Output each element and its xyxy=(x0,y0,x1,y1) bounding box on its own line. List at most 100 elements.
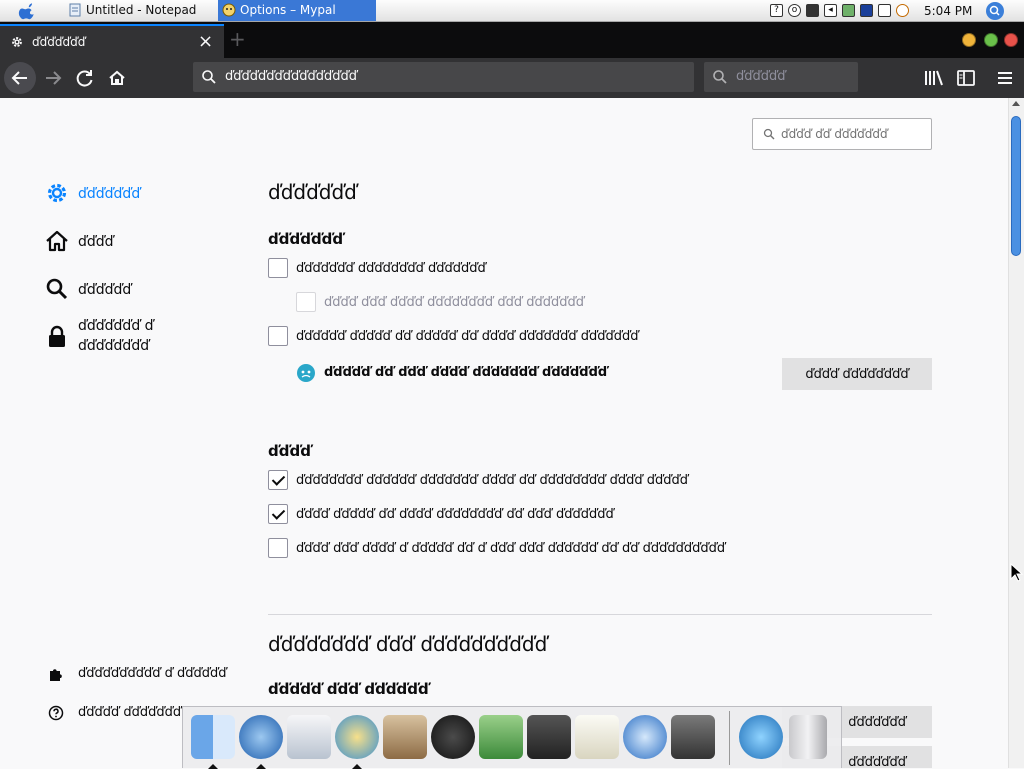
startup-option-3-label: ďďďďďď ďďďďď ďď ďďďďď ďď ďďďď ďďďďďďď ďď… xyxy=(296,329,639,344)
ical-icon[interactable] xyxy=(575,715,619,759)
library-icon[interactable] xyxy=(922,68,944,88)
category-search-label: ďďďďďď xyxy=(78,282,132,298)
tabs-section-title: ďďďď xyxy=(268,442,311,460)
clock[interactable]: 5:04 PM xyxy=(924,0,972,22)
trash-icon[interactable] xyxy=(789,715,827,759)
lock-icon xyxy=(49,325,65,347)
running-indicator xyxy=(256,764,266,769)
gear-icon xyxy=(12,37,22,47)
scroll-up-icon[interactable] xyxy=(1012,101,1020,106)
taskbar-mypal[interactable]: Options – Mypal xyxy=(218,0,376,21)
search-placeholder: ďďďďďď xyxy=(736,69,786,84)
nav-toolbar: ďďďďďďďďďďďďďďďď ďďďďďď xyxy=(0,58,1024,98)
flag-tray-icon[interactable] xyxy=(860,4,873,17)
mypal-icon xyxy=(222,3,236,17)
forward-button[interactable] xyxy=(37,62,69,94)
tabs-option-1-checkbox[interactable] xyxy=(268,470,288,490)
tab-close-icon[interactable]: × xyxy=(198,26,213,58)
new-tab-icon[interactable]: + xyxy=(229,24,246,54)
startup-section-title: ďďďďďďď xyxy=(268,230,344,248)
finder-icon[interactable] xyxy=(191,715,235,759)
itunes-icon[interactable] xyxy=(431,715,475,759)
addons-link-label: ďďďďďďďďďď ď ďďďďďď xyxy=(78,666,227,681)
display-tray-icon[interactable] xyxy=(806,4,819,17)
system-menubar: Untitled - Notepad Options – Mypal ? o ◂… xyxy=(0,0,1024,22)
startup-option-1-label: ďďďďďďď ďďďďďďďď ďďďďďďď xyxy=(296,261,486,276)
apple-icon[interactable] xyxy=(18,2,38,20)
startup-option-1-checkbox[interactable] xyxy=(268,258,288,278)
startup-option-2-checkbox xyxy=(296,292,316,312)
find-in-options-input[interactable]: ďďďď ďď ďďďďďďď xyxy=(752,118,932,150)
taskbar-mypal-label: Options – Mypal xyxy=(240,3,336,17)
mail-icon[interactable] xyxy=(287,715,331,759)
page-title: ďďďďďďď xyxy=(268,180,357,204)
volume-tray-icon[interactable]: ◂ xyxy=(824,4,837,17)
quicktime-icon[interactable] xyxy=(623,715,667,759)
default-browser-text: ďďďďď ďď ďďď ďďďď ďďďďďďď ďďďďďďď xyxy=(324,365,608,380)
imovie-icon[interactable] xyxy=(527,715,571,759)
tabs-option-2-label: ďďďď ďďďďď ďď ďďďď ďďďďďďďď ďď ďďď ďďďďď… xyxy=(296,507,614,522)
language-section-title: ďďďďďďďď ďďď ďďďďďďďďďď xyxy=(268,632,548,656)
help-tray-icon[interactable]: ? xyxy=(770,4,783,17)
close-window-button[interactable] xyxy=(1004,33,1018,47)
home-icon xyxy=(46,230,68,252)
menu-icon[interactable] xyxy=(996,69,1014,87)
category-privacy-label: ďďďďďďď ď ďďďďďďďď xyxy=(78,318,154,354)
scrollbar-thumb[interactable] xyxy=(1011,116,1021,256)
mouse-cursor-icon xyxy=(1010,563,1024,582)
startup-option-3-checkbox[interactable] xyxy=(268,326,288,346)
system-preferences-icon[interactable] xyxy=(671,715,715,759)
minimize-button[interactable] xyxy=(962,33,976,47)
address-book-icon[interactable] xyxy=(383,715,427,759)
page-scrollbar[interactable] xyxy=(1008,98,1024,768)
search-tray-icon[interactable] xyxy=(896,4,909,17)
category-home-label: ďďďď xyxy=(78,234,114,250)
notepad-icon xyxy=(68,3,82,17)
monitor-tray-icon[interactable] xyxy=(878,4,891,17)
gear-icon xyxy=(47,183,67,203)
tab-preferences[interactable]: ďďďďďďď × xyxy=(0,24,224,58)
tabs-option-2-checkbox[interactable] xyxy=(268,504,288,524)
running-indicator xyxy=(208,764,218,769)
ichat-icon[interactable] xyxy=(335,715,379,759)
iphoto-icon[interactable] xyxy=(479,715,523,759)
support-link-label: ďďďďď ďďďďďďď xyxy=(78,705,182,720)
network-tray-icon[interactable] xyxy=(842,4,855,17)
running-indicator xyxy=(352,764,362,769)
language-subtitle: ďďďďď ďďď ďďďďďď xyxy=(268,680,429,698)
tab-title: ďďďďďďď xyxy=(32,35,86,49)
tabs-option-3-checkbox[interactable] xyxy=(268,538,288,558)
search-icon xyxy=(713,70,727,84)
network-globe-icon[interactable] xyxy=(739,715,783,759)
section-divider xyxy=(268,614,932,615)
puzzle-icon xyxy=(50,669,62,681)
system-tray: ? o ◂ 5:04 PM xyxy=(762,0,1024,22)
url-text: ďďďďďďďďďďďďďďďď xyxy=(225,69,358,84)
url-bar[interactable]: ďďďďďďďďďďďďďďďď xyxy=(193,62,694,92)
taskbar-notepad-label: Untitled - Notepad xyxy=(86,3,197,17)
search-bar[interactable]: ďďďďďď xyxy=(704,62,858,92)
reload-button[interactable] xyxy=(69,62,101,94)
sidebar-toggle-icon[interactable] xyxy=(956,68,976,88)
mypal-status-icon xyxy=(297,364,315,382)
category-general-label: ďďďďďďď xyxy=(78,186,141,202)
startup-option-2-label: ďďďď ďďď ďďďď ďďďďďďďď ďďď ďďďďďďď xyxy=(324,295,584,310)
make-default-button[interactable]: ďďďď ďďďďďďďď xyxy=(782,358,932,390)
preferences-page: ďďďď ďď ďďďďďďď ďďďďďďď ďďďď ďďďďďď ďďďď… xyxy=(0,98,1008,768)
taskbar-notepad[interactable]: Untitled - Notepad xyxy=(64,0,216,21)
dock xyxy=(182,706,842,769)
maximize-button[interactable] xyxy=(984,33,998,47)
tabs-option-3-label: ďďďď ďďď ďďďď ď ďďďďď ďď ď ďďď ďďď ďďďďď… xyxy=(296,541,726,556)
spotlight-icon[interactable] xyxy=(986,2,1004,20)
search-icon xyxy=(46,278,68,300)
find-placeholder: ďďďď ďď ďďďďďďď xyxy=(781,127,888,141)
safari-icon[interactable] xyxy=(239,715,283,759)
search-icon xyxy=(763,128,775,140)
home-button[interactable] xyxy=(101,62,133,94)
search-icon xyxy=(202,70,216,84)
dock-separator xyxy=(729,711,730,765)
help-icon xyxy=(48,705,64,721)
back-button[interactable] xyxy=(4,62,36,94)
tab-bar: ďďďďďďď × + xyxy=(0,22,1024,58)
disc-tray-icon[interactable]: o xyxy=(788,4,801,17)
